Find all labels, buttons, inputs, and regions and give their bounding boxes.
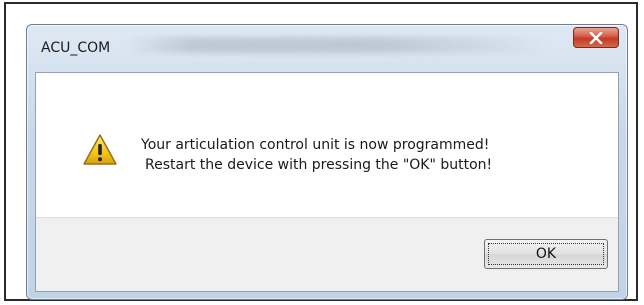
button-bar: OK	[36, 217, 618, 291]
message-line-2: Restart the device with pressing the "OK…	[145, 157, 493, 173]
dialog-client-area: Your articulation control unit is now pr…	[35, 72, 619, 292]
message-box-window: ACU_COM Your articulation control unit i…	[26, 24, 628, 300]
ok-button[interactable]: OK	[484, 239, 608, 269]
window-title: ACU_COM	[41, 40, 111, 56]
title-bar[interactable]: ACU_COM	[27, 25, 627, 71]
message-line-1: Your articulation control unit is now pr…	[141, 137, 490, 153]
message-text: Your articulation control unit is now pr…	[141, 135, 492, 175]
message-area: Your articulation control unit is now pr…	[36, 73, 618, 220]
blurred-title-region	[127, 37, 547, 53]
warning-icon	[83, 134, 117, 165]
screenshot-frame: ACU_COM Your articulation control unit i…	[4, 2, 638, 301]
close-x-icon	[589, 31, 603, 44]
ok-button-label: OK	[488, 243, 604, 265]
close-button[interactable]	[573, 27, 619, 48]
